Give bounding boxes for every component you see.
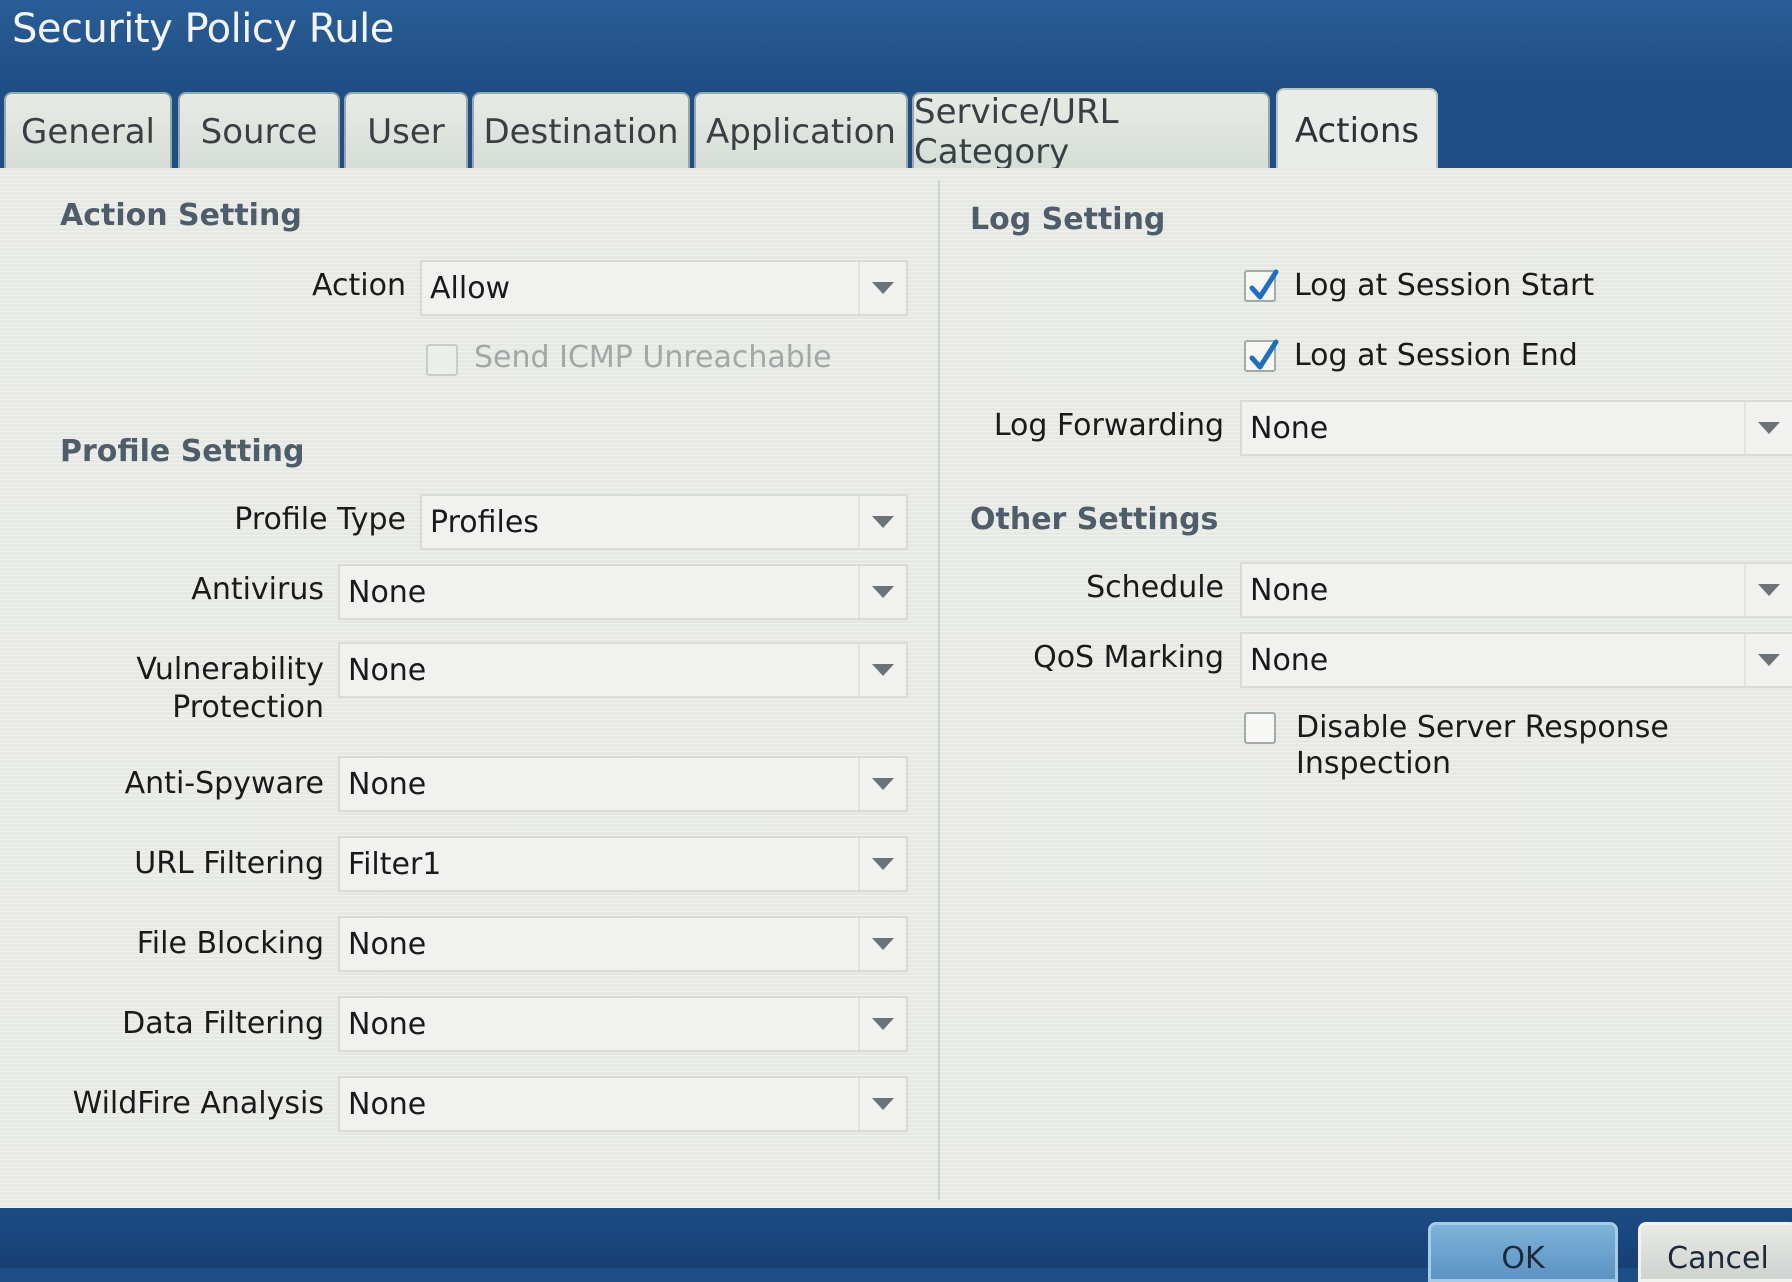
checkmark-icon [1249, 339, 1279, 370]
wildfire-analysis-value: None [348, 1086, 427, 1122]
log-forwarding-value: None [1250, 410, 1329, 446]
log-session-start-checkbox[interactable] [1244, 269, 1279, 302]
checkmark-icon [1249, 269, 1279, 300]
disable-server-response-inspection-checkbox[interactable] [1244, 712, 1276, 744]
select-separator [858, 262, 860, 314]
tab-general[interactable]: General [4, 92, 172, 170]
column-divider [938, 180, 940, 1200]
vulnerability-label-line1: Vulnerability [136, 652, 324, 687]
chevron-down-icon [872, 1018, 894, 1030]
anti-spyware-label: Anti-Spyware [124, 766, 324, 801]
chevron-down-icon [872, 586, 894, 598]
tab-actions[interactable]: Actions [1276, 88, 1438, 172]
antivirus-label: Antivirus [191, 572, 324, 607]
chevron-down-icon [872, 938, 894, 950]
chevron-down-icon [872, 516, 894, 528]
data-filtering-label: Data Filtering [122, 1006, 324, 1041]
window-title: Security Policy Rule [12, 6, 394, 52]
qos-marking-select[interactable]: None [1240, 632, 1792, 688]
tab-application[interactable]: Application [694, 92, 908, 170]
cancel-button[interactable]: Cancel [1638, 1222, 1792, 1282]
qos-marking-label: QoS Marking [1033, 640, 1224, 675]
send-icmp-label: Send ICMP Unreachable [474, 340, 832, 375]
select-separator [858, 918, 860, 970]
chevron-down-icon [872, 778, 894, 790]
action-setting-title: Action Setting [60, 198, 302, 233]
log-forwarding-label: Log Forwarding [993, 408, 1224, 443]
log-setting-title: Log Setting [970, 202, 1166, 237]
disable-server-response-inspection-label: Disable Server Response Inspection [1296, 710, 1669, 781]
data-filtering-value: None [348, 1006, 427, 1042]
wildfire-analysis-label: WildFire Analysis [72, 1086, 324, 1121]
profile-type-label: Profile Type [234, 502, 406, 537]
chevron-down-icon [1758, 422, 1780, 434]
url-filtering-label: URL Filtering [134, 846, 324, 881]
data-filtering-select[interactable]: None [338, 996, 908, 1052]
other-settings-title: Other Settings [970, 502, 1219, 537]
antivirus-select[interactable]: None [338, 564, 908, 620]
ok-button[interactable]: OK [1428, 1222, 1618, 1282]
chevron-down-icon [872, 858, 894, 870]
chevron-down-icon [872, 1098, 894, 1110]
send-icmp-checkbox[interactable] [426, 344, 458, 376]
anti-spyware-value: None [348, 766, 427, 802]
select-separator [858, 496, 860, 548]
file-blocking-select[interactable]: None [338, 916, 908, 972]
vulnerability-protection-select[interactable]: None [338, 642, 908, 698]
schedule-select[interactable]: None [1240, 562, 1792, 618]
log-session-end-checkbox[interactable] [1244, 339, 1279, 372]
url-filtering-select[interactable]: Filter1 [338, 836, 908, 892]
chevron-down-icon [1758, 654, 1780, 666]
log-session-end-label: Log at Session End [1294, 338, 1578, 373]
select-separator [858, 566, 860, 618]
select-separator [858, 644, 860, 696]
select-separator [1744, 402, 1746, 454]
vulnerability-value: None [348, 652, 427, 688]
select-separator [1744, 564, 1746, 616]
select-separator [858, 838, 860, 890]
profile-setting-title: Profile Setting [60, 434, 305, 469]
log-session-start-label: Log at Session Start [1294, 268, 1595, 303]
file-blocking-value: None [348, 926, 427, 962]
profile-type-value: Profiles [430, 504, 539, 540]
profile-type-select[interactable]: Profiles [420, 494, 908, 550]
wildfire-analysis-select[interactable]: None [338, 1076, 908, 1132]
tab-service-url-category[interactable]: Service/URL Category [912, 92, 1270, 172]
antivirus-value: None [348, 574, 427, 610]
action-value: Allow [430, 270, 511, 306]
tab-destination[interactable]: Destination [472, 92, 690, 170]
vulnerability-label-line2: Protection [172, 690, 324, 725]
tab-source[interactable]: Source [178, 92, 340, 170]
select-separator [858, 758, 860, 810]
schedule-label: Schedule [1086, 570, 1224, 605]
schedule-value: None [1250, 572, 1329, 608]
qos-marking-value: None [1250, 642, 1329, 678]
anti-spyware-select[interactable]: None [338, 756, 908, 812]
select-separator [1744, 634, 1746, 686]
action-select[interactable]: Allow [420, 260, 908, 316]
log-forwarding-select[interactable]: None [1240, 400, 1792, 456]
select-separator [858, 1078, 860, 1130]
tab-user[interactable]: User [344, 92, 468, 170]
file-blocking-label: File Blocking [136, 926, 324, 961]
action-label: Action [312, 268, 406, 303]
url-filtering-value: Filter1 [348, 846, 442, 882]
tab-bar: General Source User Destination Applicat… [0, 88, 1792, 172]
select-separator [858, 998, 860, 1050]
chevron-down-icon [872, 664, 894, 676]
chevron-down-icon [1758, 584, 1780, 596]
title-bar: Security Policy Rule [0, 0, 1792, 90]
chevron-down-icon [872, 282, 894, 294]
